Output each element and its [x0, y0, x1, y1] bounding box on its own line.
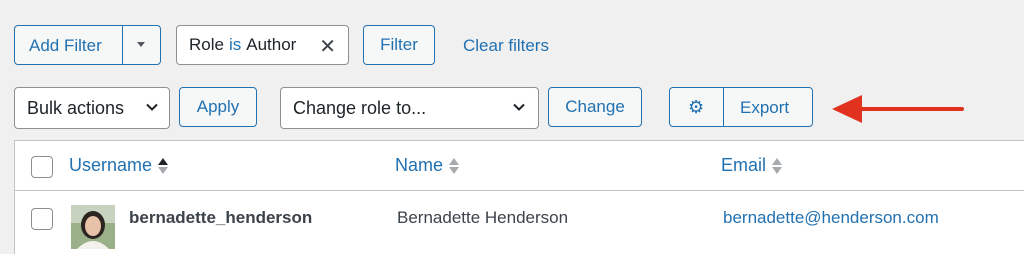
caret-down-icon[interactable]: [137, 42, 145, 47]
column-email[interactable]: Email: [721, 155, 783, 176]
column-username-label: Username: [69, 155, 153, 175]
sort-icon: [158, 156, 169, 176]
table-header: Username Name Email: [15, 141, 1024, 191]
split-divider: [723, 88, 724, 126]
split-divider: [122, 26, 123, 64]
add-filter-split-button: Add Filter: [14, 25, 161, 65]
export-group: ⚙ Export: [669, 87, 813, 127]
clear-filters-link[interactable]: Clear filters: [463, 36, 549, 56]
chevron-down-icon: [513, 103, 525, 111]
chip-operator: is: [228, 35, 242, 54]
row-name: Bernadette Henderson: [397, 208, 569, 227]
column-email-label: Email: [721, 155, 767, 175]
chip-field: Role: [189, 35, 224, 54]
row-username[interactable]: bernadette_henderson: [129, 208, 312, 228]
select-all-checkbox[interactable]: [31, 156, 53, 178]
row-checkbox[interactable]: [31, 208, 53, 230]
column-name-label: Name: [395, 155, 444, 175]
avatar: [71, 205, 115, 249]
add-filter-button[interactable]: Add Filter: [29, 36, 102, 56]
bulk-actions-value: Bulk actions: [27, 97, 125, 118]
arrow-left-icon: [832, 95, 964, 123]
filter-chip[interactable]: Role is Author ✕: [176, 25, 349, 65]
sort-icon: [772, 156, 783, 176]
change-button[interactable]: Change: [548, 87, 642, 127]
export-button[interactable]: Export: [740, 98, 789, 118]
users-table: Username Name Email bernadette_henderson…: [14, 140, 1024, 254]
column-username[interactable]: Username: [69, 155, 169, 176]
gear-icon[interactable]: ⚙: [688, 97, 704, 118]
change-role-select[interactable]: Change role to...: [280, 87, 539, 129]
sort-icon: [449, 156, 460, 176]
bulk-actions-select[interactable]: Bulk actions: [14, 87, 170, 129]
filter-button[interactable]: Filter: [363, 25, 435, 65]
column-name[interactable]: Name: [395, 155, 460, 176]
close-icon[interactable]: ✕: [319, 34, 336, 59]
chevron-down-icon: [146, 103, 158, 111]
row-email[interactable]: bernadette@henderson.com: [723, 208, 939, 228]
apply-button[interactable]: Apply: [179, 87, 257, 127]
change-role-value: Change role to...: [293, 97, 427, 118]
chip-value: Author: [246, 35, 297, 54]
